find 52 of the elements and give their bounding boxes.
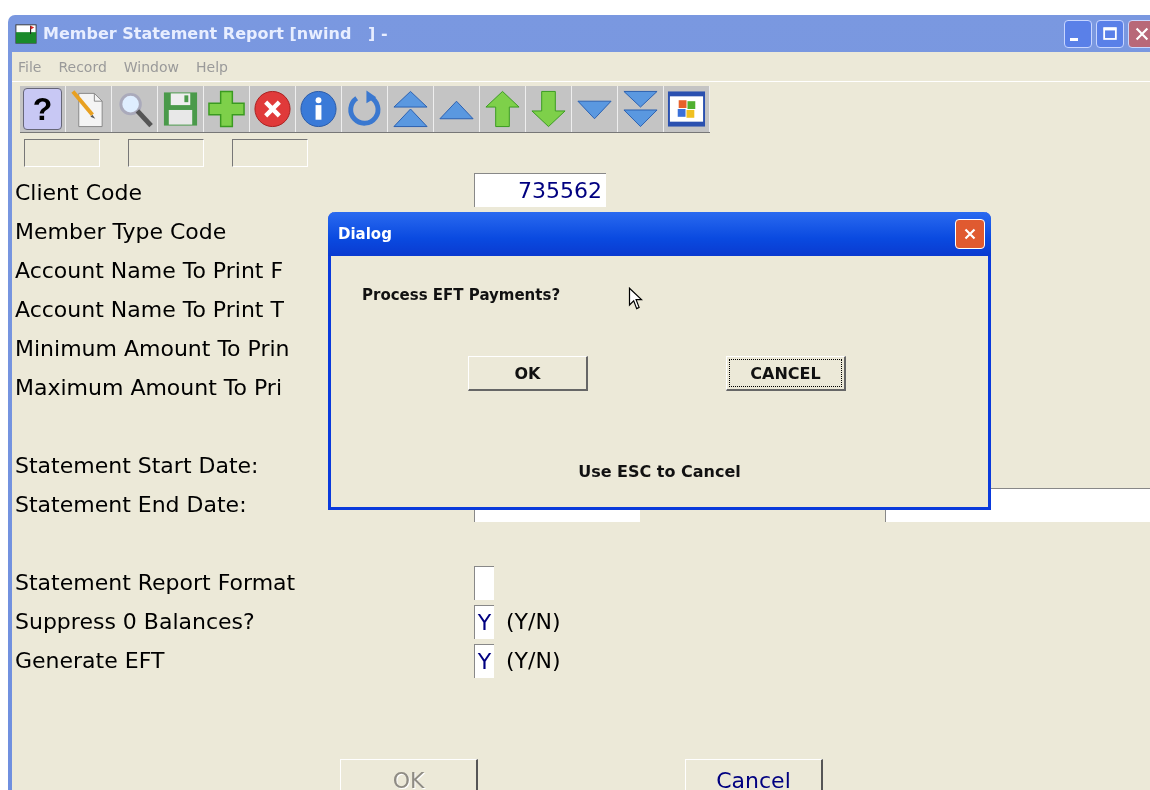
cancel-button[interactable]: Cancel (685, 759, 823, 790)
input-field[interactable] (474, 565, 494, 600)
toolbar-button[interactable] (250, 86, 296, 132)
maximize-icon (1101, 24, 1119, 43)
field-label: Client Code (15, 180, 142, 205)
dialog-message: Process EFT Payments? (362, 286, 561, 304)
double-down-arrow-icon (621, 89, 660, 129)
delete-icon (253, 89, 292, 129)
toolbar-button[interactable] (204, 86, 250, 132)
toolbar-button[interactable] (388, 86, 434, 132)
field-label: Maximum Amount To Pri (15, 375, 283, 400)
maximize-button[interactable] (1096, 19, 1124, 48)
close-button[interactable] (1128, 19, 1150, 48)
field-label: Generate EFT (15, 648, 165, 673)
toolbar-button[interactable] (618, 86, 664, 132)
dialog-hint: Use ESC to Cancel (577, 462, 742, 481)
golf-flag-icon (14, 22, 38, 45)
toolbar-button[interactable] (434, 86, 480, 132)
toolbar-button[interactable] (572, 86, 618, 132)
input-field[interactable]: Y (474, 604, 494, 639)
field-hint: (Y/N) (506, 648, 561, 673)
toolbar-button[interactable] (112, 86, 158, 132)
cursor-icon (628, 287, 643, 311)
toolbar-button[interactable] (664, 86, 710, 132)
minimize-button[interactable] (1064, 19, 1092, 48)
input-field[interactable]: Y (474, 643, 494, 678)
field-hint: (Y/N) (506, 609, 561, 634)
info-icon (299, 89, 338, 129)
field-label: Statement End Date: (15, 492, 247, 517)
field-label: Account Name To Print T (15, 297, 284, 322)
ok-button[interactable]: OK (468, 356, 588, 391)
cancel-button[interactable]: CANCEL (726, 356, 846, 391)
plus-icon (207, 89, 246, 129)
field-label: Statement Start Date: (15, 453, 259, 478)
field-label: Member Type Code (15, 219, 227, 244)
dialog-title: Dialog (338, 225, 392, 243)
toolbar-button[interactable] (296, 86, 342, 132)
up-arrow-icon (483, 89, 522, 129)
help-button[interactable]: ? (20, 86, 66, 132)
input-field[interactable]: 735562 (474, 173, 606, 207)
window-logo-icon (667, 89, 706, 129)
toolbar-button[interactable] (158, 86, 204, 132)
field-label: Statement Report Format (15, 570, 296, 595)
save-icon (161, 89, 200, 129)
minimize-icon (1070, 38, 1078, 41)
field-label: Suppress 0 Balances? (15, 609, 255, 634)
double-up-arrow-icon (391, 89, 430, 129)
field-label: Minimum Amount To Prin (15, 336, 290, 361)
field-label: Account Name To Print F (15, 258, 284, 283)
window-title: Member Statement Report [nwind ] - (43, 24, 388, 43)
down-arrow-icon (529, 89, 568, 129)
toolbar-button[interactable] (342, 86, 388, 132)
